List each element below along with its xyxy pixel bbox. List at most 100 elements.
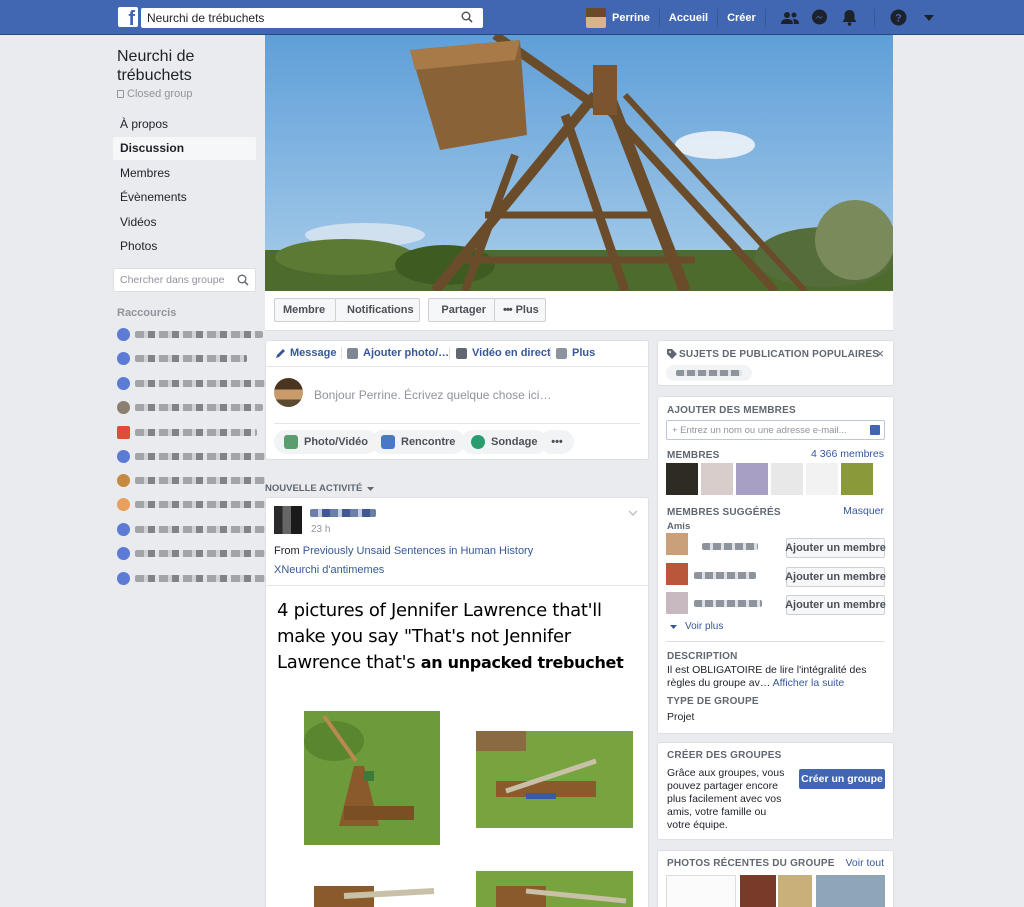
home-link[interactable]: Accueil	[669, 12, 708, 24]
avatar[interactable]	[736, 463, 768, 495]
tab-message-label: Message	[290, 347, 337, 359]
avatar[interactable]	[701, 463, 733, 495]
more-dots-icon: •••	[503, 304, 513, 316]
group-icon	[117, 351, 130, 365]
more-options-button[interactable]: •••	[540, 430, 574, 454]
profile-link[interactable]: Perrine	[586, 7, 650, 28]
nav-about[interactable]: À propos	[113, 113, 256, 136]
messenger-icon[interactable]	[810, 8, 830, 28]
show-more-link[interactable]: Afficher la suite	[773, 677, 845, 689]
notifications-button[interactable]: Notifications	[335, 298, 420, 322]
photo-video-button[interactable]: Photo/Vidéo	[274, 430, 378, 454]
global-search-input[interactable]: Neurchi de trébuchets	[141, 8, 483, 28]
avatar[interactable]	[771, 463, 803, 495]
group-cover-photo[interactable]	[265, 35, 893, 291]
nav-events[interactable]: Évènements	[113, 186, 256, 209]
avatar[interactable]	[666, 463, 698, 495]
blurred-author-name[interactable]	[310, 509, 376, 517]
feed-section-title[interactable]: NOUVELLE ACTIVITÉ	[265, 483, 375, 494]
meetup-button[interactable]: Rencontre	[371, 430, 466, 454]
group-title[interactable]: Neurchi de trébuchets	[117, 47, 257, 85]
topic-chip[interactable]	[666, 365, 752, 381]
see-all-link[interactable]: Voir tout	[845, 857, 884, 869]
recent-photo-thumbnail[interactable]	[740, 875, 776, 907]
create-link[interactable]: Créer	[727, 12, 756, 24]
nav-videos[interactable]: Vidéos	[113, 211, 256, 234]
poll-button[interactable]: Sondage	[461, 430, 548, 454]
pencil-icon	[276, 348, 285, 358]
calendar-icon	[117, 425, 130, 439]
profile-name: Perrine	[612, 11, 650, 24]
blurred-member-name[interactable]	[694, 572, 756, 579]
shortcut-item[interactable]	[117, 473, 265, 487]
contact-card-icon[interactable]	[870, 425, 880, 435]
avatar	[586, 7, 606, 28]
friend-requests-icon[interactable]	[780, 8, 800, 28]
share-button[interactable]: Partager	[428, 298, 495, 322]
group-search-placeholder: Chercher dans groupe	[120, 274, 225, 286]
composer-input[interactable]: Bonjour Perrine. Écrivez quelque chose i…	[314, 388, 551, 402]
avatar[interactable]	[666, 533, 688, 555]
create-groups-text: Grâce aux groupes, vous pouvez partager …	[667, 767, 785, 831]
shortcut-item[interactable]	[117, 400, 263, 414]
photo-icon	[284, 435, 298, 449]
blurred-topic-name	[676, 370, 742, 376]
add-members-title: AJOUTER DES MEMBRES	[667, 405, 796, 416]
add-member-input[interactable]: + Entrez un nom ou une adresse e-mail...	[666, 420, 885, 440]
see-more-link[interactable]: Voir plus	[670, 621, 723, 632]
post-time[interactable]: 23 h	[311, 524, 330, 535]
feed-post: 23 h From Previously Unsaid Sentences in…	[265, 497, 649, 907]
avatar[interactable]	[274, 506, 302, 534]
tab-more[interactable]: Plus	[556, 347, 595, 359]
account-menu-chevron-down-icon[interactable]	[919, 8, 939, 28]
tab-add-photo-label: Ajouter photo/…	[363, 347, 450, 359]
member-avatars-row	[666, 463, 873, 495]
nav-members[interactable]: Membres	[113, 162, 256, 185]
notifications-bell-icon[interactable]	[840, 8, 860, 28]
facebook-logo-icon[interactable]: f	[118, 7, 138, 27]
nav-photos[interactable]: Photos	[113, 235, 256, 258]
shortcut-item[interactable]	[117, 327, 263, 341]
shortcut-item[interactable]	[117, 497, 265, 511]
search-icon[interactable]	[461, 11, 473, 23]
hide-link[interactable]: Masquer	[843, 505, 884, 517]
blurred-member-name[interactable]	[694, 600, 762, 607]
shortcut-item[interactable]	[117, 449, 265, 463]
shortcut-item[interactable]	[117, 571, 265, 585]
more-button[interactable]: ••• Plus	[494, 298, 546, 322]
shortcut-item[interactable]	[117, 425, 257, 439]
recent-photo-thumbnail[interactable]	[666, 875, 736, 907]
search-icon[interactable]	[237, 274, 249, 286]
recent-photo-thumbnail[interactable]	[778, 875, 812, 907]
tab-add-photo[interactable]: Ajouter photo/…	[347, 347, 449, 359]
avatar[interactable]	[806, 463, 838, 495]
source-link[interactable]: Previously Unsaid Sentences in Human His…	[303, 545, 534, 557]
tab-live-video[interactable]: Vidéo en direct	[456, 347, 551, 359]
shortcut-item[interactable]	[117, 546, 265, 560]
meme-image[interactable]: 4 pictures of Jennifer Lawrence that'll …	[266, 586, 648, 907]
handshake-icon	[381, 435, 395, 449]
shortcut-item[interactable]	[117, 376, 265, 390]
member-dropdown-button[interactable]: Membre	[274, 298, 336, 322]
avatar[interactable]	[666, 563, 688, 585]
close-icon[interactable]: ×	[876, 346, 884, 361]
shared-group-link[interactable]: XNeurchi d'antimemes	[274, 564, 384, 576]
avatar[interactable]	[666, 592, 688, 614]
hand-icon	[117, 497, 130, 511]
divider	[266, 366, 648, 367]
add-member-button[interactable]: Ajouter un membre	[785, 538, 886, 558]
nav-discussion[interactable]: Discussion	[113, 137, 256, 160]
create-group-button[interactable]: Créer un groupe	[799, 769, 885, 789]
add-member-button[interactable]: Ajouter un membre	[785, 595, 886, 615]
group-search-input[interactable]: Chercher dans groupe	[113, 268, 256, 292]
avatar[interactable]	[841, 463, 873, 495]
recent-photo-thumbnail[interactable]	[816, 875, 885, 907]
tab-message[interactable]: Message	[275, 347, 336, 359]
shortcut-item[interactable]	[117, 351, 247, 365]
help-icon[interactable]: ?	[889, 8, 909, 28]
add-member-button[interactable]: Ajouter un membre	[785, 567, 886, 587]
post-options-chevron-down-icon[interactable]	[628, 510, 638, 516]
members-count-link[interactable]: 4 366 membres	[811, 448, 884, 460]
blurred-member-name[interactable]	[702, 543, 758, 550]
shortcut-item[interactable]	[117, 522, 265, 536]
